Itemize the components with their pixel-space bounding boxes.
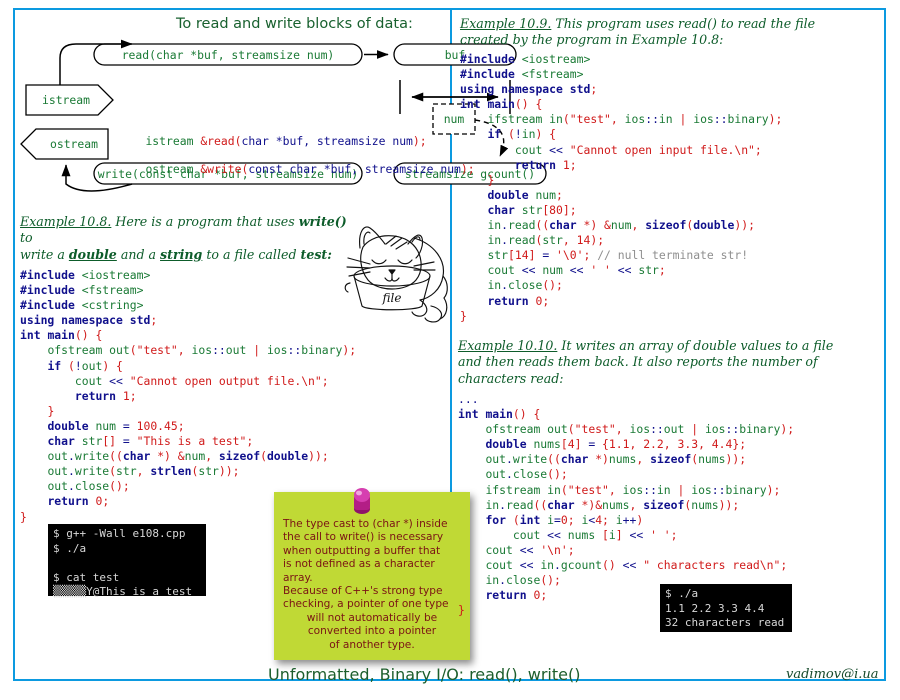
example-109-label: Example 10.9. bbox=[460, 16, 552, 31]
signature-write: ostream &write(const char *buf, streamsi… bbox=[118, 147, 474, 192]
sticky-note-line: of another type. bbox=[329, 638, 415, 651]
sticky-note-line: is not defined as a character bbox=[283, 558, 435, 571]
example-1010-heading-text-2: and then reads them back. It also report… bbox=[458, 354, 818, 370]
example-1010-terminal: $ ./a 1.1 2.2 3.3 4.4 32 characters read bbox=[660, 584, 792, 632]
example-1010-heading: Example 10.10. It writes an array of dou… bbox=[458, 338, 878, 387]
example-108-heading-text-1: Here is a program that uses bbox=[111, 214, 299, 229]
slide-canvas: To read and write blocks of data: read(c… bbox=[0, 0, 900, 700]
example-108-string-bold: string bbox=[160, 246, 203, 262]
signature-write-name: &write bbox=[200, 162, 242, 177]
example-109-code: #include <iostream> #include <fstream> u… bbox=[460, 52, 783, 323]
example-1010-heading-text-1: It writes an array of double values to a… bbox=[557, 338, 834, 353]
signature-read-args: char *buf, streamsize num bbox=[241, 134, 413, 149]
diagram-tag-ostream: ostream bbox=[50, 137, 98, 151]
frame-border-right bbox=[884, 8, 886, 680]
sticky-note-line: when outputting a buffer that bbox=[283, 544, 441, 557]
signature-read-return: istream bbox=[145, 134, 201, 149]
example-108-line2-a: write a bbox=[20, 246, 69, 262]
example-1010-label: Example 10.10. bbox=[458, 338, 558, 353]
diagram-node-read: read(char *buf, streamsize num) bbox=[122, 48, 335, 62]
sticky-note-line: the call to write() is necessary bbox=[283, 531, 444, 544]
example-108-heading: Example 10.8. Here is a program that use… bbox=[20, 214, 350, 263]
example-108-line2-e: to a file called bbox=[202, 246, 301, 262]
signature-write-args: const char *buf, streamsize num bbox=[248, 162, 461, 177]
signature-read-paren-close: ); bbox=[412, 134, 427, 149]
sticky-note-line: checking, a pointer of one type bbox=[283, 598, 449, 611]
cat-drawing: file bbox=[344, 226, 448, 323]
example-108-code: #include <iostream> #include <fstream> #… bbox=[20, 268, 357, 524]
example-108-terminal: $ g++ -Wall e108.cpp $ ./a $ cat test ▒▒… bbox=[48, 524, 206, 598]
example-108-label: Example 10.8. bbox=[20, 214, 112, 229]
example-108-test-bold: test: bbox=[300, 246, 332, 262]
pushpin-icon bbox=[354, 488, 370, 514]
signature-write-return: ostream bbox=[145, 162, 201, 177]
example-108-line2-c: and a bbox=[116, 246, 161, 262]
cat-bowl-label: file bbox=[382, 291, 402, 305]
diagram-tag-istream: istream bbox=[42, 93, 90, 107]
example-108-double-bold: double bbox=[68, 246, 117, 262]
sticky-note-line: Because of C++'s strong type bbox=[283, 585, 443, 598]
footer-author: vadimov@i.ua bbox=[786, 667, 879, 682]
example-1010-heading-text-3: characters read: bbox=[458, 370, 564, 386]
example-109-heading-text-2: created by the program in Example 10.8: bbox=[460, 32, 724, 48]
sticky-note-line: converted into a pointer bbox=[307, 625, 437, 638]
sticky-note-line: will not automatically be bbox=[306, 611, 438, 624]
example-108-heading-text-2: to bbox=[20, 230, 33, 246]
sticky-note-line: array. bbox=[283, 571, 313, 584]
example-109-heading-text-1: This program uses read() to read the fil… bbox=[551, 16, 816, 31]
example-109-heading: Example 10.9. This program uses read() t… bbox=[460, 16, 880, 49]
footer-title: Unformatted, Binary I/O: read(), write() bbox=[268, 665, 581, 684]
signature-read-name: &read bbox=[200, 134, 235, 149]
